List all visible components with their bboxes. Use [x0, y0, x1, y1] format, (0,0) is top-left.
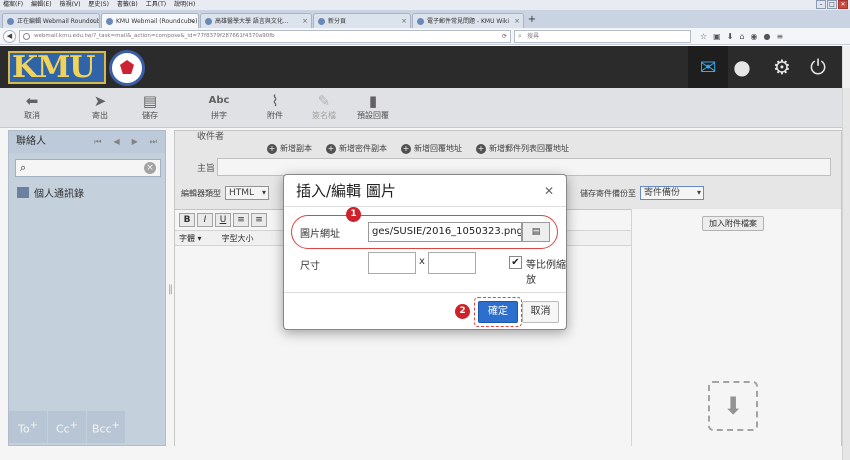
menu-icon[interactable]: ≡ [776, 32, 783, 41]
browser-nav-bar: ◀ webmail.kmu.edu.tw/?_task=mail&_action… [0, 28, 850, 45]
dialog-footer: 2 確定 取消 [284, 292, 566, 330]
step2-badge: 2 [455, 304, 470, 319]
dialog-title: 插入/編輯 圖片 ✕ [284, 175, 566, 207]
menu-view[interactable]: 檢視(V) [60, 0, 81, 10]
size-separator: x [419, 256, 425, 267]
close-tab-icon[interactable]: × [514, 15, 520, 28]
insert-image-dialog: 插入/編輯 圖片 ✕ 圖片網址 ges/SUSIE/2016_1050323.p… [283, 174, 567, 330]
url-input[interactable]: webmail.kmu.edu.tw/?_task=mail&_action=c… [19, 29, 511, 43]
height-input[interactable] [428, 252, 476, 274]
image-url-label: 圖片網址 [300, 229, 340, 240]
search-icon: ⌕ [518, 31, 522, 40]
page-icon [106, 17, 113, 25]
pocket-icon[interactable]: ◉ [751, 32, 758, 41]
chat-icon[interactable]: ● [764, 32, 771, 41]
close-tab-icon[interactable]: × [401, 15, 407, 28]
constrain-checkbox[interactable]: ✔ [509, 256, 522, 269]
app-header: KMU ✉ ● ⚙ ⏻ [0, 46, 850, 88]
browser-toolbar-icons: ☆ ▣ ⬇ ⌂ ◉ ● ≡ [700, 32, 783, 41]
browser-tab[interactable]: 電子郵件常見問題 - KMU Wiki × [412, 13, 524, 28]
close-tab-icon[interactable]: × [90, 15, 96, 28]
close-tab-icon[interactable]: × [302, 15, 308, 28]
browser-search-input[interactable]: ⌕ 搜尋 [514, 29, 691, 43]
minimize-button[interactable]: – [816, 0, 826, 9]
image-url-input[interactable]: ges/SUSIE/2016_1050323.png [368, 222, 522, 242]
browser-tab-bar: 正在編輯 Webmail Roundcube M...× KMU Webmail… [0, 10, 850, 28]
logout-icon[interactable]: ⏻ [798, 46, 838, 88]
star-icon[interactable]: ☆ [700, 32, 707, 41]
reload-icon[interactable]: ⟳ [502, 31, 507, 42]
menu-tools[interactable]: 工具(T) [146, 0, 166, 10]
new-tab-button[interactable]: + [525, 13, 539, 28]
download-icon[interactable]: ⬇ [727, 32, 734, 41]
browser-tab[interactable]: 新分頁 × [313, 13, 411, 28]
kmu-logo: KMU [8, 51, 106, 84]
clipboard-icon[interactable]: ▣ [713, 32, 721, 41]
menu-bookmarks[interactable]: 書籤(B) [117, 0, 138, 10]
close-window-button[interactable]: ✕ [838, 0, 848, 9]
browser-tab-active[interactable]: KMU Webmail (Roundcube) ... × [101, 13, 199, 28]
page-icon [205, 17, 212, 25]
folder-search-icon: ▤ [531, 227, 541, 237]
browser-menu-bar: 檔案(F) 編輯(E) 檢視(V) 歷史(S) 書籤(B) 工具(T) 說明(H… [0, 0, 850, 10]
cancel-button[interactable]: 取消 [522, 301, 559, 323]
page-icon [417, 17, 424, 25]
browser-tab[interactable]: 正在編輯 Webmail Roundcube M...× [2, 13, 100, 28]
contacts-icon[interactable]: ● [722, 46, 762, 88]
university-seal-icon [109, 50, 145, 86]
close-icon[interactable]: ✕ [544, 175, 554, 207]
window-controls: – □ ✕ [816, 0, 848, 9]
menu-history[interactable]: 歷史(S) [88, 0, 109, 10]
menu-edit[interactable]: 編輯(E) [31, 0, 51, 10]
page-icon [7, 17, 14, 25]
maximize-button[interactable]: □ [827, 0, 837, 9]
back-button[interactable]: ◀ [3, 29, 16, 43]
browse-image-button[interactable]: ▤ [522, 222, 550, 242]
size-label: 尺寸 [300, 261, 320, 272]
width-input[interactable] [368, 252, 416, 274]
menu-help[interactable]: 說明(H) [174, 0, 195, 10]
home-icon[interactable]: ⌂ [739, 32, 744, 41]
gear-icon[interactable]: ⚙ [762, 46, 802, 88]
ok-button[interactable]: 確定 [478, 301, 518, 323]
page-icon [318, 17, 325, 25]
close-tab-icon[interactable]: × [189, 15, 195, 28]
lock-icon [23, 32, 30, 40]
constrain-label: 等比例縮放 [526, 260, 566, 286]
browser-tab[interactable]: 高雄醫學大學 語言與文化... × [200, 13, 312, 28]
step1-badge: 1 [346, 207, 361, 222]
menu-file[interactable]: 檔案(F) [3, 0, 23, 10]
